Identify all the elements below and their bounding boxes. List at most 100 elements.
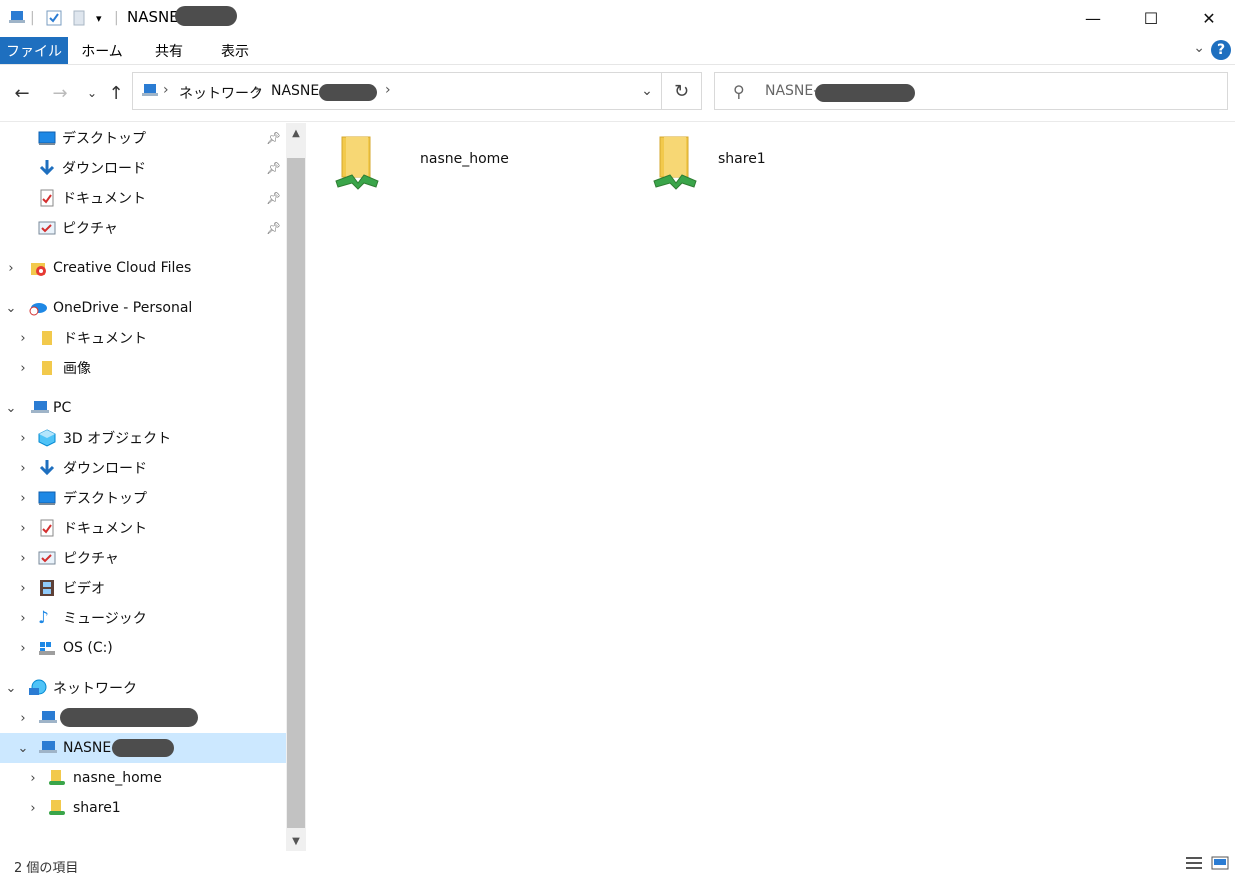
shared-folder-item[interactable]: share1 — [650, 131, 950, 203]
desktop-icon — [38, 489, 56, 507]
breadcrumb-separator[interactable]: › — [163, 82, 169, 98]
tree-item-onedrive-pictures[interactable]: › 画像 — [0, 353, 286, 383]
download-icon — [38, 159, 56, 177]
scroll-thumb[interactable] — [287, 158, 305, 828]
pictures-icon — [38, 549, 56, 567]
tree-item-share1[interactable]: › share1 — [0, 793, 286, 823]
maximize-button[interactable]: ☐ — [1122, 0, 1180, 36]
tree-item-quick-downloads[interactable]: ダウンロード 📌︎ — [0, 153, 286, 183]
chevron-right-icon[interactable]: › — [16, 491, 30, 506]
tree-item-pc-documents[interactable]: › ドキュメント — [0, 513, 286, 543]
tree-item-quick-desktop[interactable]: デスクトップ 📌︎ — [0, 123, 286, 153]
folder-icon — [40, 329, 58, 347]
tree-item-pc-pictures[interactable]: › ピクチャ — [0, 543, 286, 573]
tree-item-os-drive[interactable]: › OS (C:) — [0, 633, 286, 663]
pin-icon[interactable]: 📌︎ — [266, 191, 281, 205]
scroll-up-icon[interactable]: ▲ — [286, 123, 306, 143]
tree-label: ドキュメント — [62, 191, 146, 207]
recent-locations-button[interactable]: ⌄ — [80, 80, 104, 106]
tree-item-3d-objects[interactable]: › 3D オブジェクト — [0, 423, 286, 453]
close-button[interactable]: ✕ — [1180, 0, 1235, 36]
expand-ribbon-icon[interactable]: ⌄ — [1193, 40, 1205, 56]
tree-item-nasne-home[interactable]: › nasne_home — [0, 763, 286, 793]
pin-icon[interactable]: 📌︎ — [266, 131, 281, 145]
refresh-button[interactable]: ↻ — [661, 73, 701, 109]
address-dropdown-icon[interactable]: ⌄ — [633, 73, 661, 109]
computer-icon — [38, 709, 57, 727]
tree-item-pc-desktop[interactable]: › デスクトップ — [0, 483, 286, 513]
tree-item-quick-pictures[interactable]: ピクチャ 📌︎ — [0, 213, 286, 243]
network-computer-icon — [141, 83, 159, 103]
computer-icon — [30, 399, 49, 417]
chevron-right-icon[interactable]: › — [16, 431, 30, 446]
up-button[interactable]: ↑ — [104, 80, 128, 106]
tree-item-onedrive-documents[interactable]: › ドキュメント — [0, 323, 286, 353]
chevron-down-icon[interactable]: ⌄ — [4, 301, 18, 316]
back-button[interactable]: ← — [10, 80, 34, 106]
redaction — [60, 708, 198, 727]
shared-folder-icon — [332, 131, 382, 199]
chevron-down-icon[interactable]: ⌄ — [16, 741, 30, 756]
status-bar: 2 個の項目 — [0, 851, 1235, 873]
search-box[interactable]: ⚲ NASNE- — [714, 72, 1228, 110]
chevron-right-icon[interactable]: › — [4, 261, 18, 276]
chevron-right-icon[interactable]: › — [26, 771, 40, 786]
chevron-down-icon[interactable]: ⌄ — [4, 681, 18, 696]
tree-item-quick-documents[interactable]: ドキュメント 📌︎ — [0, 183, 286, 213]
tab-view[interactable]: 表示 — [205, 37, 265, 64]
scroll-down-icon[interactable]: ▼ — [286, 831, 306, 851]
navigation-pane[interactable]: デスクトップ 📌︎ ダウンロード 📌︎ ドキュメント 📌︎ ピクチャ 📌︎ › … — [0, 123, 286, 851]
computer-icon — [38, 739, 57, 757]
pin-icon[interactable]: 📌︎ — [266, 221, 281, 235]
tab-share[interactable]: 共有 — [140, 37, 198, 64]
address-bar[interactable]: › ネットワーク › NASNE- › ⌄ ↻ — [132, 72, 702, 110]
tree-label: share1 — [73, 800, 121, 816]
tree-label: ピクチャ — [63, 551, 119, 567]
item-count: 2 個の項目 — [14, 861, 79, 873]
chevron-right-icon[interactable]: › — [16, 331, 30, 346]
chevron-right-icon[interactable]: › — [16, 641, 30, 656]
tree-item-network-computer[interactable]: › — [0, 703, 286, 733]
nav-scrollbar[interactable]: ▲ ▼ — [286, 123, 306, 851]
tree-item-pc-downloads[interactable]: › ダウンロード — [0, 453, 286, 483]
large-icons-view-icon[interactable] — [1210, 855, 1230, 871]
tree-item-onedrive[interactable]: ⌄ OneDrive - Personal — [0, 293, 286, 323]
tree-item-creative-cloud[interactable]: › Creative Cloud Files — [0, 253, 286, 283]
tree-item-network[interactable]: ⌄ ネットワーク — [0, 673, 286, 703]
chevron-down-icon[interactable]: ⌄ — [4, 401, 18, 416]
tree-label: デスクトップ — [62, 131, 146, 147]
chevron-right-icon[interactable]: › — [26, 801, 40, 816]
breadcrumb-network[interactable]: ネットワーク — [179, 83, 263, 103]
chevron-right-icon[interactable]: › — [16, 611, 30, 626]
chevron-right-icon[interactable]: › — [16, 581, 30, 596]
tree-item-pc-music[interactable]: › ♪ ミュージック — [0, 603, 286, 633]
app-icon[interactable] — [8, 8, 26, 28]
breadcrumb-nasne[interactable]: NASNE- — [271, 83, 324, 99]
chevron-right-icon[interactable]: › — [16, 361, 30, 376]
properties-icon[interactable] — [46, 8, 62, 28]
chevron-right-icon[interactable]: › — [16, 711, 30, 726]
new-folder-icon[interactable] — [72, 8, 86, 28]
minimize-button[interactable]: — — [1064, 0, 1122, 36]
tree-item-nasne[interactable]: ⌄ NASNE- — [0, 733, 286, 763]
customize-qat-icon[interactable]: ▾ — [96, 8, 102, 28]
breadcrumb-separator[interactable]: › — [255, 82, 261, 98]
redaction — [112, 739, 174, 757]
chevron-right-icon[interactable]: › — [16, 461, 30, 476]
chevron-right-icon[interactable]: › — [16, 521, 30, 536]
help-icon[interactable]: ? — [1211, 40, 1231, 60]
pin-icon[interactable]: 📌︎ — [266, 161, 281, 175]
tree-item-pc[interactable]: ⌄ PC — [0, 393, 286, 423]
tree-item-pc-videos[interactable]: › ビデオ — [0, 573, 286, 603]
address-row: ← → ⌄ ↑ › ネットワーク › NASNE- › ⌄ ↻ ⚲ NASNE- — [0, 66, 1235, 122]
forward-button[interactable]: → — [48, 80, 72, 106]
details-view-icon[interactable] — [1184, 855, 1204, 871]
tab-home[interactable]: ホーム — [72, 37, 132, 64]
tree-label: NASNE- — [63, 740, 117, 756]
tab-file[interactable]: ファイル — [0, 37, 68, 64]
breadcrumb-separator[interactable]: › — [385, 82, 391, 98]
shared-folder-item[interactable]: nasne_home — [332, 131, 632, 203]
file-list[interactable]: nasne_home share1 — [306, 123, 1235, 851]
chevron-right-icon[interactable]: › — [16, 551, 30, 566]
tree-label: PC — [53, 400, 72, 416]
